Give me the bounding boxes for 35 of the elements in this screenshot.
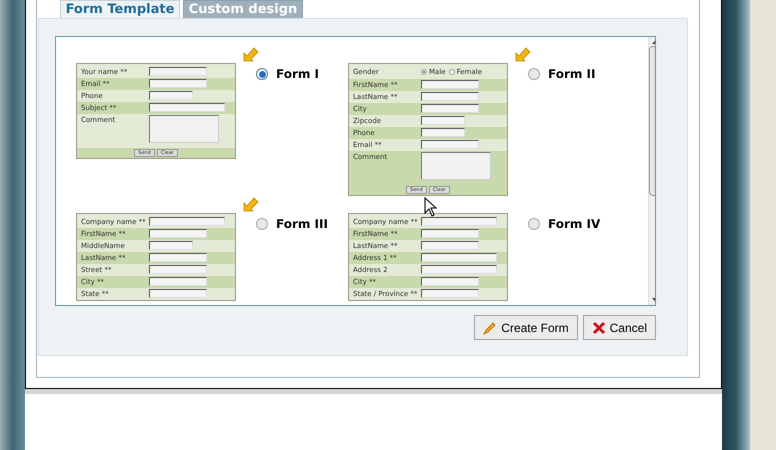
dialog-button[interactable]: Cancel	[582, 315, 656, 340]
textarea-field	[421, 152, 491, 180]
dialog-button[interactable]: Create Form	[474, 315, 578, 340]
form-option-label: Form IV	[548, 216, 600, 233]
form-option-label: Form II	[548, 66, 596, 83]
input-field	[421, 92, 479, 100]
textarea-field	[149, 115, 219, 143]
radio-button[interactable]	[256, 218, 268, 230]
radio-button[interactable]	[256, 68, 268, 80]
input-field	[149, 241, 193, 250]
input-field	[149, 229, 207, 238]
pencil-icon	[483, 320, 498, 334]
input-field	[421, 277, 479, 286]
input-field	[421, 229, 479, 238]
input-field	[421, 241, 479, 250]
input-field	[149, 91, 193, 100]
close-icon	[592, 320, 606, 334]
mouse-cursor-icon	[424, 197, 438, 217]
form-option-label: Form I	[276, 66, 320, 83]
input-field	[149, 265, 207, 274]
radio-button[interactable]	[528, 68, 540, 80]
input-field	[149, 67, 207, 76]
input-field	[421, 128, 465, 136]
input-field	[421, 80, 479, 88]
radio-button[interactable]	[528, 218, 540, 230]
input-field	[421, 289, 479, 298]
input-field	[421, 116, 465, 124]
form-option-label: Form III	[276, 216, 328, 233]
input-field	[421, 104, 479, 112]
input-field	[149, 289, 207, 298]
input-field	[149, 277, 207, 286]
input-field	[149, 79, 207, 88]
input-field	[421, 140, 479, 148]
tab[interactable]: Form Template	[60, 0, 180, 18]
input-field	[149, 253, 207, 262]
